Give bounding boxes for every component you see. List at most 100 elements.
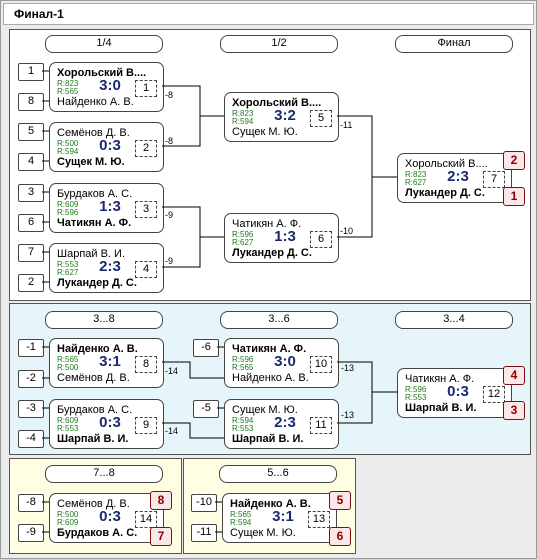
- player-bottom-rating: R:553: [405, 393, 427, 402]
- page-title: Финал-1: [14, 7, 64, 21]
- match-box[interactable]: Чатикян А. Ф. R:596 R:553 0:3 12 Шарпай В. И.: [397, 368, 512, 418]
- match-number: 11: [310, 417, 332, 434]
- match-score: 3:1: [99, 353, 121, 370]
- player-bottom-rating: R:596: [57, 208, 79, 217]
- player-bottom-name: Найденко А. В.: [57, 96, 134, 108]
- match-number: 13: [308, 511, 330, 528]
- seed-box: -5: [193, 400, 219, 418]
- match-score: 2:3: [447, 168, 469, 185]
- match-score: 1:3: [274, 228, 296, 245]
- match-box[interactable]: Бурдаков А. С. R:609 R:596 1:3 3 Чатикян А. Ф…: [49, 183, 164, 233]
- match-box[interactable]: Шарпай В. И. R:553 R:627 2:3 4 Лукандер Д. С.: [49, 243, 164, 293]
- seed-box: -1: [18, 339, 44, 357]
- player-bottom-rating: R:594: [230, 518, 252, 527]
- seed-box: -10: [191, 494, 217, 512]
- seed-box: 6: [18, 214, 44, 232]
- player-bottom-rating: R:627: [232, 238, 254, 247]
- seed-box: 4: [18, 153, 44, 171]
- match-box[interactable]: Хорольский В.... R:823 R:565 3:0 1 Найденко А…: [49, 62, 164, 112]
- loser-destination: -13: [341, 363, 355, 373]
- match-number: 8: [135, 356, 157, 373]
- loser-destination: -13: [341, 410, 355, 420]
- loser-destination: -9: [165, 256, 174, 266]
- player-bottom-rating: R:553: [57, 424, 79, 433]
- match-box[interactable]: Чатикян А. Ф. R:596 R:627 1:3 6 Лукандер Д. С…: [224, 213, 339, 263]
- player-bottom-name: Чатикян А. Ф.: [57, 217, 132, 229]
- match-score: 0:3: [99, 414, 121, 431]
- match-box[interactable]: Семёнов Д. В. R:500 R:594 0:3 2 Сущек М. Ю.: [49, 122, 164, 172]
- player-bottom-name: Шарпай В. И.: [57, 433, 129, 445]
- match-box[interactable]: Семёнов Д. В. R:500 R:609 0:3 14 Бурдаков А. …: [49, 493, 164, 543]
- match-box[interactable]: Хорольский В.... R:823 R:627 2:3 7 Лукандер Д…: [397, 153, 512, 203]
- match-box[interactable]: Найденко А. В. R:565 R:500 3:1 8 Семёнов Д. В…: [49, 338, 164, 388]
- seed-box: 5: [18, 123, 44, 141]
- match-score: 2:3: [274, 414, 296, 431]
- place-badge: 4: [503, 366, 525, 385]
- loser-destination: -10: [340, 226, 354, 236]
- match-score: 0:3: [447, 383, 469, 400]
- match-box[interactable]: Хорольский В.... R:823 R:594 3:2 5 Сущек М. Ю…: [224, 92, 339, 142]
- seed-box: -11: [191, 524, 217, 542]
- player-bottom-name: Лукандер Д. С.: [57, 277, 137, 289]
- match-box[interactable]: Найденко А. В. R:565 R:594 3:1 13 Сущек М. Ю.: [222, 493, 337, 543]
- match-score: 3:0: [274, 353, 296, 370]
- round-header-3-8: 3...8: [45, 311, 163, 329]
- player-bottom-rating: R:553: [232, 424, 254, 433]
- player-bottom-name: Шарпай В. И.: [232, 433, 304, 445]
- round-header-5-6: 5...6: [219, 465, 337, 483]
- match-number: 1: [135, 80, 157, 97]
- match-score: 3:2: [274, 107, 296, 124]
- player-bottom-name: Найденко А. В.: [232, 372, 309, 384]
- round-header-3-4: 3...4: [395, 311, 513, 329]
- place-badge: 8: [150, 491, 172, 510]
- player-bottom-rating: R:500: [57, 363, 79, 372]
- player-bottom-name: Шарпай В. И.: [405, 402, 477, 414]
- seed-box: 8: [18, 93, 44, 111]
- player-bottom-name: Лукандер Д. С.: [232, 247, 312, 259]
- player-bottom-rating: R:565: [57, 87, 79, 96]
- match-number: 4: [135, 261, 157, 278]
- seed-box: 7: [18, 244, 44, 262]
- match-number: 10: [310, 356, 332, 373]
- match-number: 5: [310, 110, 332, 127]
- player-bottom-name: Бурдаков А. С.: [57, 527, 138, 539]
- loser-destination: -14: [165, 366, 179, 376]
- round-header-quarterfinal: 1/4: [45, 35, 163, 53]
- match-number: 14: [135, 511, 157, 528]
- match-box[interactable]: Бурдаков А. С. R:609 R:553 0:3 9 Шарпай В. И.: [49, 399, 164, 449]
- player-bottom-rating: R:609: [57, 518, 79, 527]
- loser-destination: -8: [165, 136, 174, 146]
- player-bottom-name: Сущек М. Ю.: [57, 156, 125, 168]
- player-bottom-name: Лукандер Д. С.: [405, 187, 485, 199]
- match-score: 0:3: [99, 508, 121, 525]
- match-box[interactable]: Сущек М. Ю. R:594 R:553 2:3 11 Шарпай В. И.: [224, 399, 339, 449]
- seed-box: -4: [18, 430, 44, 448]
- round-header-7-8: 7...8: [45, 465, 163, 483]
- loser-destination: -11: [340, 120, 353, 130]
- loser-destination: -8: [165, 90, 174, 100]
- place-badge: 1: [503, 187, 525, 206]
- player-bottom-rating: R:594: [57, 147, 79, 156]
- player-bottom-name: Сущек М. Ю.: [230, 527, 296, 539]
- round-header-3-6: 3...6: [220, 311, 338, 329]
- match-number: 12: [483, 386, 505, 403]
- player-bottom-rating: R:565: [232, 363, 254, 372]
- round-header-final: Финал: [395, 35, 513, 53]
- match-box[interactable]: Чатикян А. Ф. R:596 R:565 3:0 10 Найденко А. …: [224, 338, 339, 388]
- match-score: 1:3: [99, 198, 121, 215]
- match-score: 0:3: [99, 137, 121, 154]
- match-number: 3: [135, 201, 157, 218]
- match-number: 2: [135, 140, 157, 157]
- place-badge: 5: [329, 491, 351, 510]
- place-badge: 7: [150, 527, 172, 546]
- place-badge: 3: [503, 401, 525, 420]
- match-number: 7: [483, 171, 505, 188]
- player-bottom-name: Семёнов Д. В.: [57, 372, 130, 384]
- round-header-semifinal: 1/2: [220, 35, 338, 53]
- loser-destination: -9: [165, 210, 174, 220]
- match-score: 2:3: [99, 258, 121, 275]
- player-bottom-rating: R:627: [57, 268, 79, 277]
- title-bar: Финал-1: [3, 3, 534, 25]
- place-badge: 6: [329, 527, 351, 546]
- match-number: 6: [310, 231, 332, 248]
